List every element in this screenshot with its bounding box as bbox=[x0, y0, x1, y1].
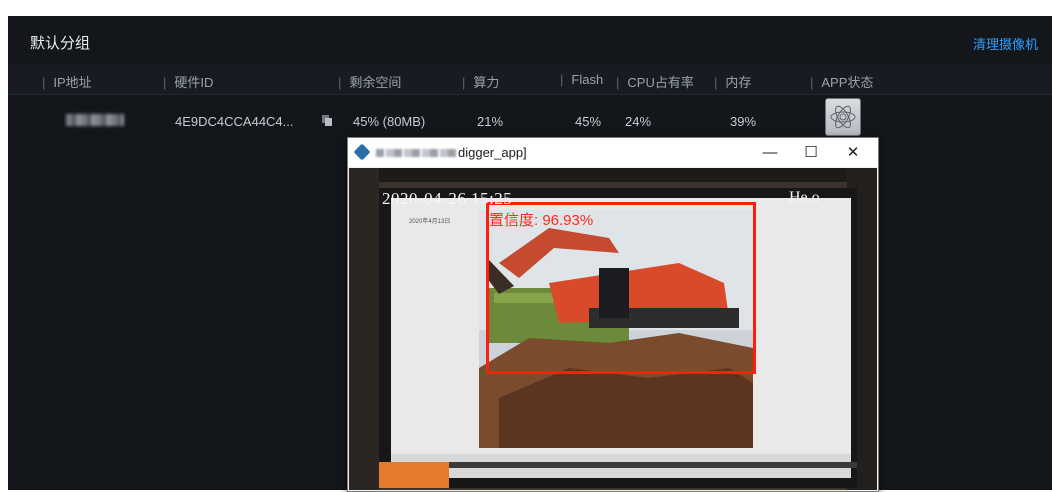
close-button[interactable]: ✕ bbox=[839, 142, 867, 164]
column-app-status[interactable]: | APP状态 bbox=[810, 72, 873, 91]
cpu-cell: 24% bbox=[625, 114, 652, 129]
column-hardware-id[interactable]: | 硬件ID bbox=[163, 72, 213, 91]
maximize-button[interactable]: ☐ bbox=[797, 142, 825, 164]
video-timestamp: 2020-04-26 15:25 bbox=[382, 189, 513, 208]
detection-confidence: 置信度: 96.93% bbox=[489, 212, 594, 229]
table-header: | IP地址 | 硬件ID | 剩余空间 | 算力 | Flash | CPU占有率 | 内存… bbox=[8, 64, 1052, 95]
hardware-id-cell: 4E9DC4CCA44C4... bbox=[175, 114, 294, 129]
column-free-space[interactable]: | 剩余空间 bbox=[338, 72, 401, 91]
group-title: 默认分组 bbox=[30, 35, 91, 52]
column-flash[interactable]: | Flash bbox=[560, 72, 603, 87]
window-titlebar[interactable]: digger_app] — ☐ ✕ bbox=[348, 138, 878, 167]
flash-cell: 45% bbox=[575, 114, 602, 129]
column-ip[interactable]: | IP地址 bbox=[42, 72, 92, 91]
app-status-icon[interactable] bbox=[825, 98, 861, 136]
window-title-masked bbox=[376, 149, 456, 157]
video-overlay-label: He o bbox=[789, 189, 820, 206]
clear-cameras-link[interactable]: 清理摄像机 bbox=[973, 34, 1038, 53]
ip-address-masked bbox=[66, 114, 124, 126]
app-window[interactable]: digger_app] — ☐ ✕ 2020年4月13日 2020-04-26 … bbox=[347, 137, 879, 492]
column-memory[interactable]: | 内存 bbox=[714, 72, 751, 91]
table-row[interactable]: 4E9DC4CCA44C4... 45% (80MB) 21% 45% 24% … bbox=[8, 96, 1052, 136]
minimize-button[interactable]: — bbox=[756, 142, 784, 164]
app-icon bbox=[353, 143, 371, 161]
compute-cell: 21% bbox=[477, 114, 504, 129]
memory-cell: 39% bbox=[730, 114, 757, 129]
video-feed: 2020年4月13日 2020-04-26 15:25 He o 置信度: 96… bbox=[349, 168, 877, 490]
window-title: digger_app] bbox=[458, 145, 527, 160]
column-compute[interactable]: | 算力 bbox=[462, 72, 499, 91]
column-cpu[interactable]: | CPU占有率 bbox=[616, 72, 694, 91]
free-space-cell: 45% (80MB) bbox=[353, 114, 426, 129]
copy-icon[interactable] bbox=[322, 115, 332, 126]
phone-screen-text: 2020年4月13日 bbox=[409, 219, 451, 225]
